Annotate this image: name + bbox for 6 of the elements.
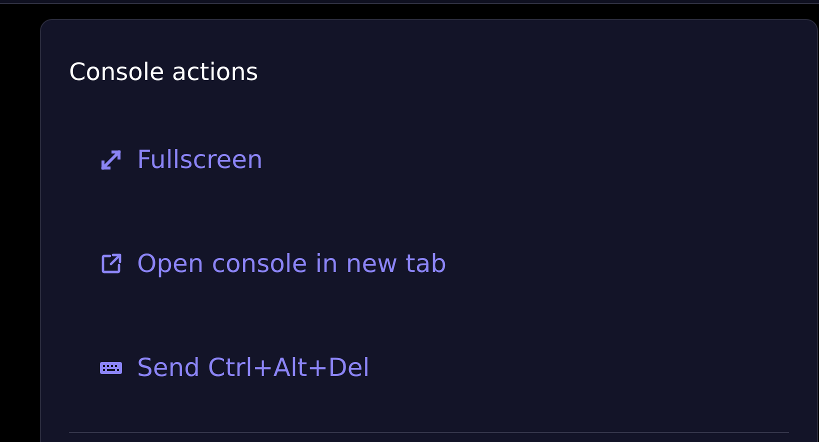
expand-icon bbox=[99, 148, 123, 172]
card-title: Console actions bbox=[69, 57, 260, 88]
action-link[interactable]: Send Ctrl+Alt+Del bbox=[99, 352, 370, 384]
action-link[interactable]: Open console in new tab bbox=[99, 248, 447, 280]
action-link[interactable]: Fullscreen bbox=[99, 144, 263, 176]
external-link-icon bbox=[99, 252, 123, 276]
